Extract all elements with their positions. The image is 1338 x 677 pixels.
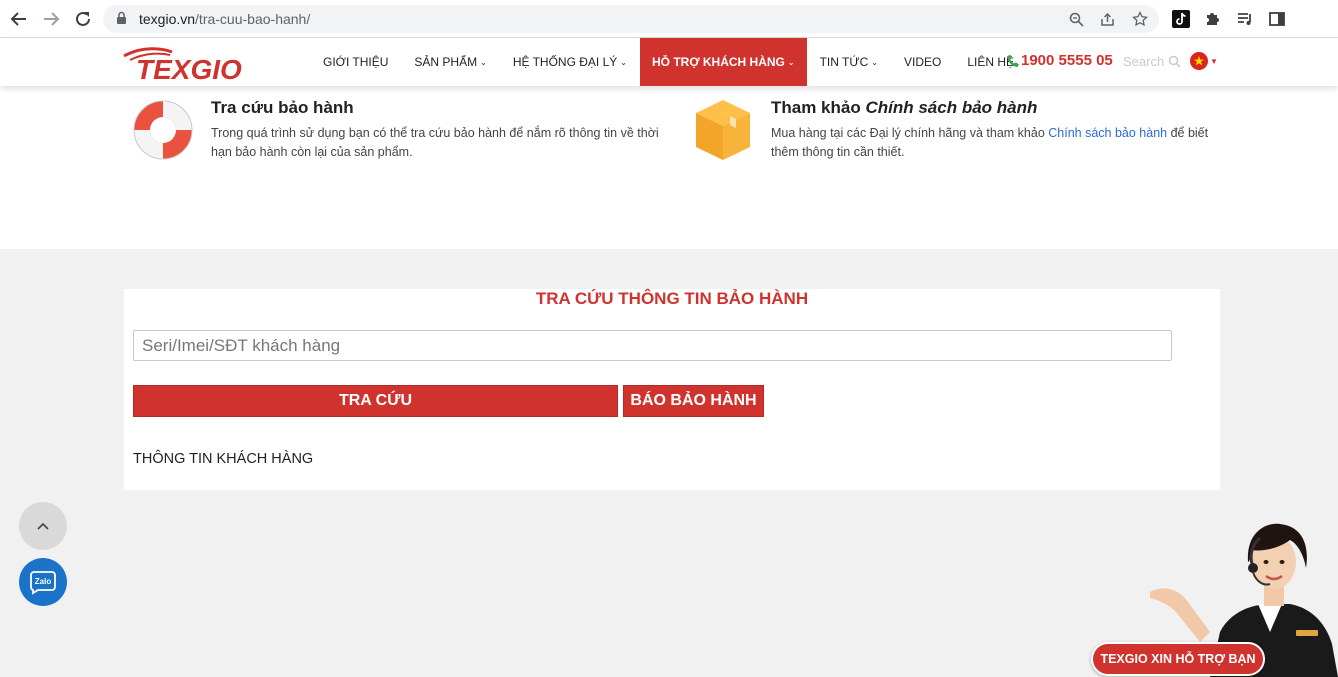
logo-text: TEXGIO [136,54,242,84]
zalo-label: Zalo [35,577,52,586]
chevron-up-icon [37,522,49,530]
menu-item-label: SẢN PHẨM [414,55,478,69]
lookup-description: Trong quá trình sử dụng bạn có thể tra c… [211,126,659,159]
customer-info-label: THÔNG TIN KHÁCH HÀNG [133,451,314,467]
lookup-button[interactable]: TRA CỨU [133,385,618,417]
info-section: Tra cứu bảo hành Trong quá trình sử dụng… [0,86,1338,249]
menu-item-label: HỆ THỐNG ĐẠI LÝ [512,55,618,69]
share-icon[interactable] [1099,10,1117,28]
zalo-chat-button[interactable]: Zalo [19,558,67,606]
menu-item-tin-tuc[interactable]: TIN TỨC ⌄ [807,38,891,86]
menu-item-label: TIN TỨC [819,55,869,69]
report-warranty-button[interactable]: BÁO BẢO HÀNH [623,385,764,417]
lookup-title: Tra cứu bảo hành [211,98,354,117]
menu-item-label: GIỚI THIỆU [323,55,389,69]
url-text: texgio.vn/tra-cuu-bao-hanh/ [139,11,310,27]
menu-item-gioi-thieu[interactable]: GIỚI THIỆU [310,38,401,86]
address-bar[interactable]: texgio.vn/tra-cuu-bao-hanh/ [103,5,1159,33]
lock-icon [116,11,127,30]
chevron-down-icon: ⌄ [787,57,795,67]
policy-title-italic: Chính sách bảo hành [865,98,1038,117]
reload-icon [76,11,90,26]
chevron-down-icon: ⌄ [620,57,627,67]
language-switcher[interactable]: ▼ [1190,52,1218,70]
zalo-icon: Zalo [30,571,56,595]
menu-item-video[interactable]: VIDEO [891,38,954,86]
extensions-puzzle-icon[interactable] [1203,9,1223,29]
search-placeholder: Search [1123,54,1165,69]
tiktok-extension-icon[interactable] [1171,9,1191,29]
policy-title-prefix: Tham khảo [771,98,866,117]
policy-info: Tham khảo Chính sách bảo hành Mua hàng t… [771,98,1221,162]
header-search[interactable]: Search [1123,54,1181,69]
chevron-down-icon: ⌄ [480,57,487,67]
media-control-icon[interactable] [1235,9,1255,29]
reload-button[interactable] [72,8,94,30]
policy-desc-before: Mua hàng tại các Đại lý chính hãng và th… [771,126,1049,140]
zoom-icon[interactable] [1067,10,1085,28]
url-path: /tra-cuu-bao-hanh/ [195,11,311,27]
lifebuoy-icon [131,98,195,167]
policy-description: Mua hàng tại các Đại lý chính hãng và th… [771,124,1221,162]
main-menu: GIỚI THIỆU SẢN PHẨM ⌄ HỆ THỐNG ĐẠI LÝ ⌄ … [310,38,1027,86]
policy-title: Tham khảo Chính sách bảo hành [771,98,1221,118]
caret-down-icon: ▼ [1210,56,1218,66]
warranty-policy-link[interactable]: Chính sách bảo hành [1048,126,1167,140]
scroll-to-top-button[interactable] [19,502,67,550]
forward-button[interactable] [40,8,62,30]
hotline-number: 1900 5555 05 [1021,52,1113,69]
site-header: TEXGIO GIỚI THIỆU SẢN PHẨM ⌄ HỆ THỐNG ĐẠ… [0,38,1338,86]
vietnam-flag-icon [1190,52,1208,70]
menu-item-label: HỖ TRỢ KHÁCH HÀNG [651,55,785,69]
menu-item-ho-tro-khach-hang[interactable]: HỖ TRỢ KHÁCH HÀNG ⌄ [639,38,807,86]
back-button[interactable] [8,8,30,30]
arrow-left-icon [10,12,26,26]
side-panel-icon[interactable] [1267,9,1287,29]
warranty-lookup-card: TRA CỨU THÔNG TIN BẢO HÀNH TRA CỨU BÁO B… [124,289,1220,490]
menu-item-label: VIDEO [904,55,942,69]
menu-item-he-thong-dai-ly[interactable]: HỆ THỐNG ĐẠI LÝ ⌄ [500,38,640,86]
texgio-logo[interactable]: TEXGIO [122,42,258,85]
support-banner[interactable]: TEXGIO XIN HỖ TRỢ BẠN [1091,642,1265,676]
url-domain: texgio.vn [139,11,196,27]
package-box-icon [694,98,752,167]
search-icon [1168,55,1181,68]
menu-item-san-pham[interactable]: SẢN PHẨM ⌄ [401,38,499,86]
chevron-down-icon: ⌄ [871,57,878,67]
bookmark-star-icon[interactable] [1131,10,1149,28]
phone-icon [1007,54,1019,67]
hotline[interactable]: 1900 5555 05 [1006,52,1113,69]
serial-imei-phone-input[interactable] [133,330,1172,361]
browser-toolbar: texgio.vn/tra-cuu-bao-hanh/ [0,0,1338,38]
lookup-info: Tra cứu bảo hành Trong quá trình sử dụng… [211,98,661,162]
arrow-right-icon [44,12,60,26]
form-title: TRA CỨU THÔNG TIN BẢO HÀNH [535,289,809,308]
